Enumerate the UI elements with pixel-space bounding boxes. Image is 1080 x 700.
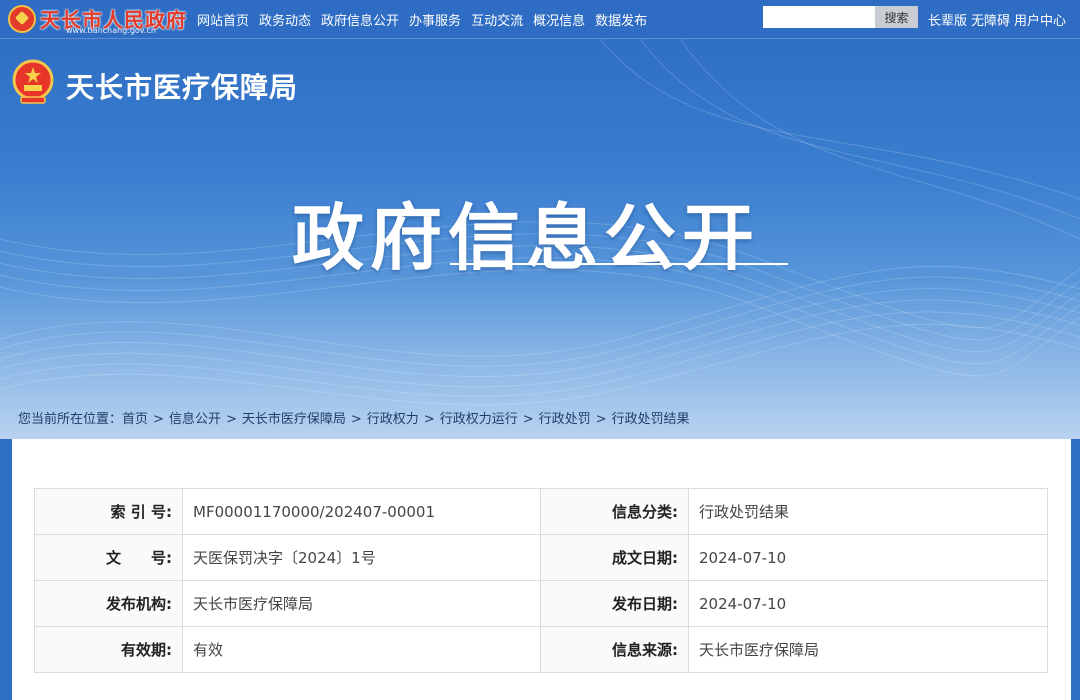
info-metadata-table: 索 引 号: MF00001170000/202407-00001 信息分类: …: [34, 488, 1048, 673]
table-row: 文 号: 天医保罚决字〔2024〕1号 成文日期: 2024-07-10: [34, 534, 1048, 581]
nav-interaction[interactable]: 互动交流: [471, 10, 523, 29]
breadcrumb: 您当前所在位置：首页 > 信息公开 > 天长市医疗保障局 > 行政权力 > 行政权力运行 > 行政处…: [18, 408, 690, 427]
table-row: 有效期: 有效 信息来源: 天长市医疗保障局: [34, 626, 1048, 673]
site-logo[interactable]: 天长市人民政府 www.tianchang.gov.cn: [8, 3, 193, 35]
national-emblem-icon: [12, 59, 54, 104]
nav-overview[interactable]: 概况信息: [533, 10, 585, 29]
publish-date-label: 发布日期:: [540, 580, 689, 627]
nav-info-disclosure[interactable]: 政府信息公开: [321, 10, 399, 29]
breadcrumb-separator: >: [595, 412, 607, 427]
publisher-value: 天长市医疗保障局: [182, 580, 541, 627]
top-navigation-bar: 天长市人民政府 www.tianchang.gov.cn 网站首页 政务动态 政…: [0, 0, 1080, 39]
top-links: 长辈版 无障碍 用户中心: [928, 0, 1070, 38]
breadcrumb-prefix: 您当前所在位置：: [18, 412, 123, 427]
breadcrumb-item-admin-power[interactable]: 行政权力: [367, 412, 419, 427]
info-category-label: 信息分类:: [540, 488, 689, 535]
breadcrumb-separator: >: [225, 412, 237, 427]
table-row: 索 引 号: MF00001170000/202407-00001 信息分类: …: [34, 488, 1048, 535]
breadcrumb-item-power-operation[interactable]: 行政权力运行: [440, 412, 518, 427]
search-button[interactable]: 搜索: [875, 6, 918, 28]
breadcrumb-separator: >: [522, 412, 534, 427]
table-row: 发布机构: 天长市医疗保障局 发布日期: 2024-07-10: [34, 580, 1048, 627]
breadcrumb-item-penalty[interactable]: 行政处罚: [539, 412, 591, 427]
written-date-label: 成文日期:: [540, 534, 689, 581]
nav-data[interactable]: 数据发布: [595, 10, 647, 29]
validity-label: 有效期:: [34, 626, 183, 673]
info-category-value: 行政处罚结果: [688, 488, 1048, 535]
publisher-label: 发布机构:: [34, 580, 183, 627]
search-input[interactable]: [763, 6, 875, 28]
breadcrumb-separator: >: [423, 412, 435, 427]
breadcrumb-item-penalty-result[interactable]: 行政处罚结果: [612, 412, 690, 427]
user-center-link[interactable]: 用户中心: [1014, 10, 1066, 29]
breadcrumb-item-bureau[interactable]: 天长市医疗保障局: [242, 412, 346, 427]
title-underline: [450, 263, 788, 265]
header-banner: 天长市医疗保障局 政府信息公开 您当前所在位置：首页 > 信息公开 > 天长市医疗保障局…: [0, 39, 1080, 439]
main-nav: 网站首页 政务动态 政府信息公开 办事服务 互动交流 概况信息 数据发布: [197, 0, 657, 38]
nav-news[interactable]: 政务动态: [259, 10, 311, 29]
document-number-label: 文 号:: [34, 534, 183, 581]
validity-value: 有效: [182, 626, 541, 673]
written-date-value: 2024-07-10: [688, 534, 1048, 581]
info-source-value: 天长市医疗保障局: [688, 626, 1048, 673]
accessibility-link[interactable]: 无障碍: [971, 10, 1010, 29]
national-emblem-icon: [8, 5, 36, 33]
document-number-value: 天医保罚决字〔2024〕1号: [182, 534, 541, 581]
breadcrumb-item-home[interactable]: 首页: [122, 412, 148, 427]
content-card: 索 引 号: MF00001170000/202407-00001 信息分类: …: [12, 439, 1071, 700]
bureau-name: 天长市医疗保障局: [66, 71, 299, 104]
nav-home[interactable]: 网站首页: [197, 10, 249, 29]
info-source-label: 信息来源:: [540, 626, 689, 673]
breadcrumb-item-info[interactable]: 信息公开: [169, 412, 221, 427]
index-number-value: MF00001170000/202407-00001: [182, 488, 541, 535]
index-number-label: 索 引 号:: [34, 488, 183, 535]
nav-services[interactable]: 办事服务: [409, 10, 461, 29]
elder-mode-link[interactable]: 长辈版: [928, 10, 967, 29]
page-title: 政府信息公开: [292, 196, 761, 280]
site-domain: www.tianchang.gov.cn: [66, 26, 156, 35]
publish-date-value: 2024-07-10: [688, 580, 1048, 627]
breadcrumb-separator: >: [350, 412, 362, 427]
breadcrumb-separator: >: [153, 412, 164, 427]
